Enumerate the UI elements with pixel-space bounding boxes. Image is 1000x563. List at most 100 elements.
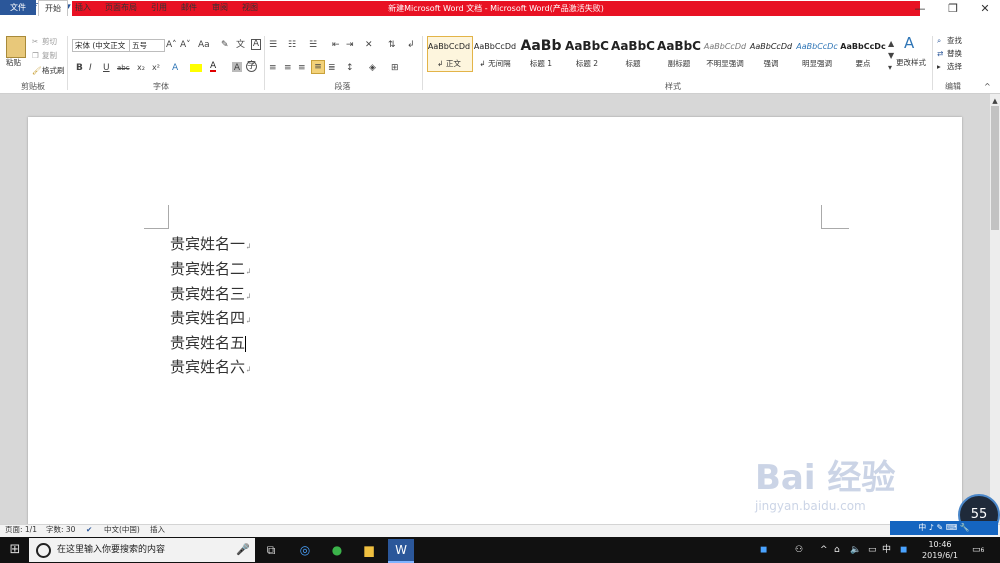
- clock[interactable]: 10:46 2019/6/1: [920, 539, 960, 561]
- decrease-indent-icon[interactable]: ⇤: [332, 39, 340, 51]
- format-painter-icon[interactable]: 🖌: [32, 66, 42, 76]
- style-preview-intense-emphasis[interactable]: AaBbCcDc: [794, 37, 840, 56]
- highlight-icon[interactable]: [190, 64, 202, 72]
- style-name-subtle-emphasis[interactable]: 不明显强调: [702, 58, 748, 69]
- change-styles-icon[interactable]: A: [904, 36, 914, 51]
- numbering-icon[interactable]: ☷: [288, 39, 296, 51]
- style-preview-no-spacing[interactable]: AaBbCcDd: [472, 37, 518, 56]
- ime-indicator[interactable]: 中: [882, 543, 891, 557]
- style-name-strong[interactable]: 要点: [840, 58, 886, 69]
- sort-icon[interactable]: ⇅: [388, 39, 396, 51]
- chinese-layout-icon[interactable]: ✕: [365, 39, 373, 51]
- align-right-icon[interactable]: ≡: [298, 62, 306, 74]
- paste-button[interactable]: 粘贴: [6, 58, 21, 68]
- tab-references[interactable]: 引用: [146, 0, 172, 15]
- text-effects-icon[interactable]: A: [172, 62, 178, 74]
- clear-format-icon[interactable]: ✎: [221, 39, 229, 51]
- style-name-intense-emphasis[interactable]: 明显强调: [794, 58, 840, 69]
- bold-button[interactable]: B: [76, 62, 83, 74]
- align-center-icon[interactable]: ≡: [284, 62, 292, 74]
- find-icon[interactable]: ⌕: [937, 36, 941, 46]
- shading-icon[interactable]: ◈: [369, 62, 376, 74]
- collapse-ribbon-icon[interactable]: ^: [984, 81, 991, 93]
- task-view-icon[interactable]: ⧉: [258, 539, 284, 561]
- character-border-icon[interactable]: A: [251, 39, 261, 50]
- line-spacing-icon[interactable]: ↕: [346, 62, 354, 74]
- underline-button[interactable]: U: [103, 62, 110, 74]
- style-name-no-spacing[interactable]: ↲ 无间隔: [472, 58, 518, 69]
- enclose-character-icon[interactable]: 字: [246, 61, 257, 72]
- style-name-title[interactable]: 标题: [610, 58, 656, 69]
- show-hidden-icons[interactable]: ^: [820, 543, 828, 557]
- green-app-icon[interactable]: ●: [324, 539, 350, 561]
- volume-icon[interactable]: 🔈: [850, 543, 861, 557]
- network-icon[interactable]: ⌂: [834, 543, 840, 557]
- people-icon[interactable]: ⚇: [795, 543, 803, 557]
- word-taskbar-icon[interactable]: W: [388, 539, 414, 563]
- style-name-heading2[interactable]: 标题 2: [564, 58, 610, 69]
- tab-mailings[interactable]: 邮件: [176, 0, 202, 15]
- distributed-icon[interactable]: ≣: [328, 62, 336, 74]
- style-preview-subtle-emphasis[interactable]: AaBbCcDd: [702, 37, 748, 56]
- status-language[interactable]: 中文(中国): [104, 525, 140, 535]
- tab-home[interactable]: 开始: [38, 0, 68, 16]
- change-styles-button[interactable]: 更改样式: [896, 58, 926, 68]
- start-icon[interactable]: ⊞: [2, 539, 28, 561]
- ime-toolbar[interactable]: 中 ♪ ✎ ⌨ 🔧: [890, 521, 998, 535]
- document-line[interactable]: 贵宾姓名二↲: [170, 258, 252, 279]
- grow-font-icon[interactable]: A˄: [166, 39, 177, 51]
- microphone-icon[interactable]: 🎤: [236, 543, 250, 556]
- font-color-icon[interactable]: A: [210, 60, 217, 72]
- subscript-button[interactable]: x₂: [137, 62, 145, 74]
- tray-app-icon[interactable]: ◼: [760, 543, 767, 557]
- status-page[interactable]: 页面: 1/1: [5, 525, 37, 535]
- document-line[interactable]: 贵宾姓名四↲: [170, 307, 252, 328]
- superscript-button[interactable]: x²: [152, 62, 160, 74]
- borders-icon[interactable]: ⊞: [391, 62, 399, 74]
- increase-indent-icon[interactable]: ⇥: [346, 39, 354, 51]
- align-left-icon[interactable]: ≡: [269, 62, 277, 74]
- document-line[interactable]: 贵宾姓名三↲: [170, 283, 252, 304]
- font-name-select[interactable]: 宋体 (中文正文: [72, 39, 130, 52]
- display-icon[interactable]: ▭: [868, 543, 877, 557]
- multilevel-list-icon[interactable]: ☱: [309, 39, 317, 51]
- copy-icon[interactable]: ❐: [32, 51, 39, 61]
- scroll-thumb[interactable]: [991, 106, 999, 230]
- ime-app-icon[interactable]: ◼: [900, 543, 907, 557]
- strikethrough-button[interactable]: abc: [117, 62, 130, 74]
- scissors-icon[interactable]: ✂: [32, 37, 38, 47]
- replace-icon[interactable]: ⇄: [937, 49, 943, 59]
- show-marks-icon[interactable]: ↲: [407, 39, 415, 51]
- tab-file[interactable]: 文件: [0, 0, 36, 15]
- close-button[interactable]: ✕: [970, 0, 1000, 17]
- character-shading-icon[interactable]: A: [232, 62, 242, 73]
- file-explorer-icon[interactable]: ▆: [356, 539, 382, 561]
- phonetic-guide-icon[interactable]: 文: [236, 39, 245, 51]
- select-icon[interactable]: ▸: [937, 62, 941, 72]
- font-size-select[interactable]: 五号: [129, 39, 165, 52]
- styles-scroll-up-icon[interactable]: ▲: [888, 38, 894, 50]
- document-line[interactable]: 贵宾姓名六↲: [170, 356, 252, 377]
- notifications-icon[interactable]: ▭6: [972, 543, 990, 558]
- format-painter-button[interactable]: 格式刷: [42, 66, 65, 76]
- tab-review[interactable]: 审阅: [207, 0, 233, 15]
- minimize-button[interactable]: —: [905, 0, 935, 17]
- style-preview-emphasis[interactable]: AaBbCcDd: [748, 37, 794, 56]
- style-preview-normal[interactable]: AaBbCcDd: [426, 37, 472, 56]
- paste-icon[interactable]: [6, 36, 26, 58]
- style-preview-strong[interactable]: AaBbCcDc: [840, 37, 886, 56]
- document-line[interactable]: 贵宾姓名一↲: [170, 233, 252, 254]
- style-name-subtitle[interactable]: 副标题: [656, 58, 702, 69]
- proofing-icon[interactable]: ✔: [86, 525, 92, 535]
- status-insert-mode[interactable]: 插入: [150, 525, 165, 535]
- find-button[interactable]: 查找: [947, 36, 962, 46]
- justify-icon[interactable]: ≡: [311, 60, 325, 74]
- document-line[interactable]: 贵宾姓名五: [170, 332, 247, 353]
- style-preview-subtitle[interactable]: AaBbC: [656, 37, 702, 56]
- style-name-normal[interactable]: ↲ 正文: [426, 58, 472, 69]
- copy-button[interactable]: 复制: [42, 51, 57, 61]
- tab-page-layout[interactable]: 页面布局: [102, 0, 140, 15]
- cut-button[interactable]: 剪切: [42, 37, 57, 47]
- shrink-font-icon[interactable]: A˅: [180, 39, 191, 51]
- status-word-count[interactable]: 字数: 30: [46, 525, 75, 535]
